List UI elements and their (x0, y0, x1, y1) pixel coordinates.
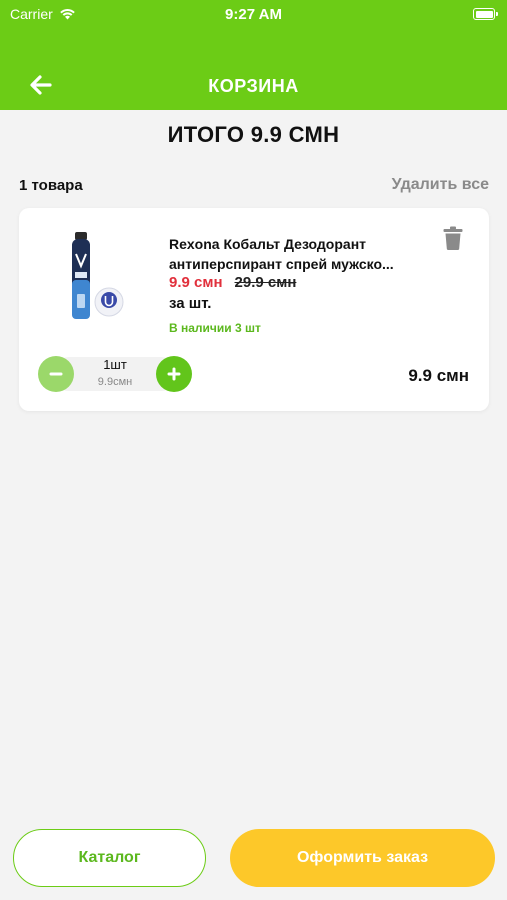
deodorant-image (72, 232, 124, 319)
clock: 9:27 AM (225, 6, 282, 23)
product-name-line-1: Rexona Кобальт Дезодорант (169, 236, 367, 252)
checkout-button[interactable]: Оформить заказ (230, 829, 495, 887)
decrease-quantity-button[interactable] (38, 356, 74, 392)
items-count: 1 товара (19, 177, 83, 194)
product-name-line-2: антиперспирант спрей мужско... (169, 256, 394, 272)
price-unit-label: за шт. (169, 295, 212, 312)
stock-status: В наличии 3 шт (169, 321, 261, 335)
plus-icon (167, 367, 181, 381)
price-row: 9.9 смн 29.9 смн (169, 274, 296, 291)
item-total: 9.9 смн (408, 366, 469, 385)
app-header: Carrier 9:27 AM КОРЗИНА (0, 0, 507, 110)
quantity-price: 9.9смн (97, 376, 133, 388)
product-name[interactable]: Rexona Кобальт Дезодорант антиперспирант… (169, 234, 427, 274)
remove-item-button[interactable] (443, 226, 463, 250)
original-price: 29.9 смн (234, 274, 297, 291)
delete-all-button[interactable]: Удалить все (392, 176, 489, 194)
discounted-price: 9.9 смн (169, 274, 223, 291)
product-image[interactable] (67, 232, 127, 332)
nav-bar: КОРЗИНА (0, 60, 507, 110)
page-title: КОРЗИНА (208, 76, 299, 96)
trash-icon (443, 226, 463, 250)
status-bar: Carrier 9:27 AM (0, 0, 507, 30)
catalog-button[interactable]: Каталог (13, 829, 206, 887)
quantity-value: 1шт (103, 357, 127, 372)
increase-quantity-button[interactable] (156, 356, 192, 392)
cart-total-title: ИТОГО 9.9 СМН (167, 122, 340, 147)
battery-icon (473, 8, 498, 20)
minus-icon (49, 372, 63, 376)
quantity-stepper: 1шт 9.9смн (38, 356, 192, 392)
cart-item-card: Rexona Кобальт Дезодорант антиперспирант… (19, 208, 489, 411)
